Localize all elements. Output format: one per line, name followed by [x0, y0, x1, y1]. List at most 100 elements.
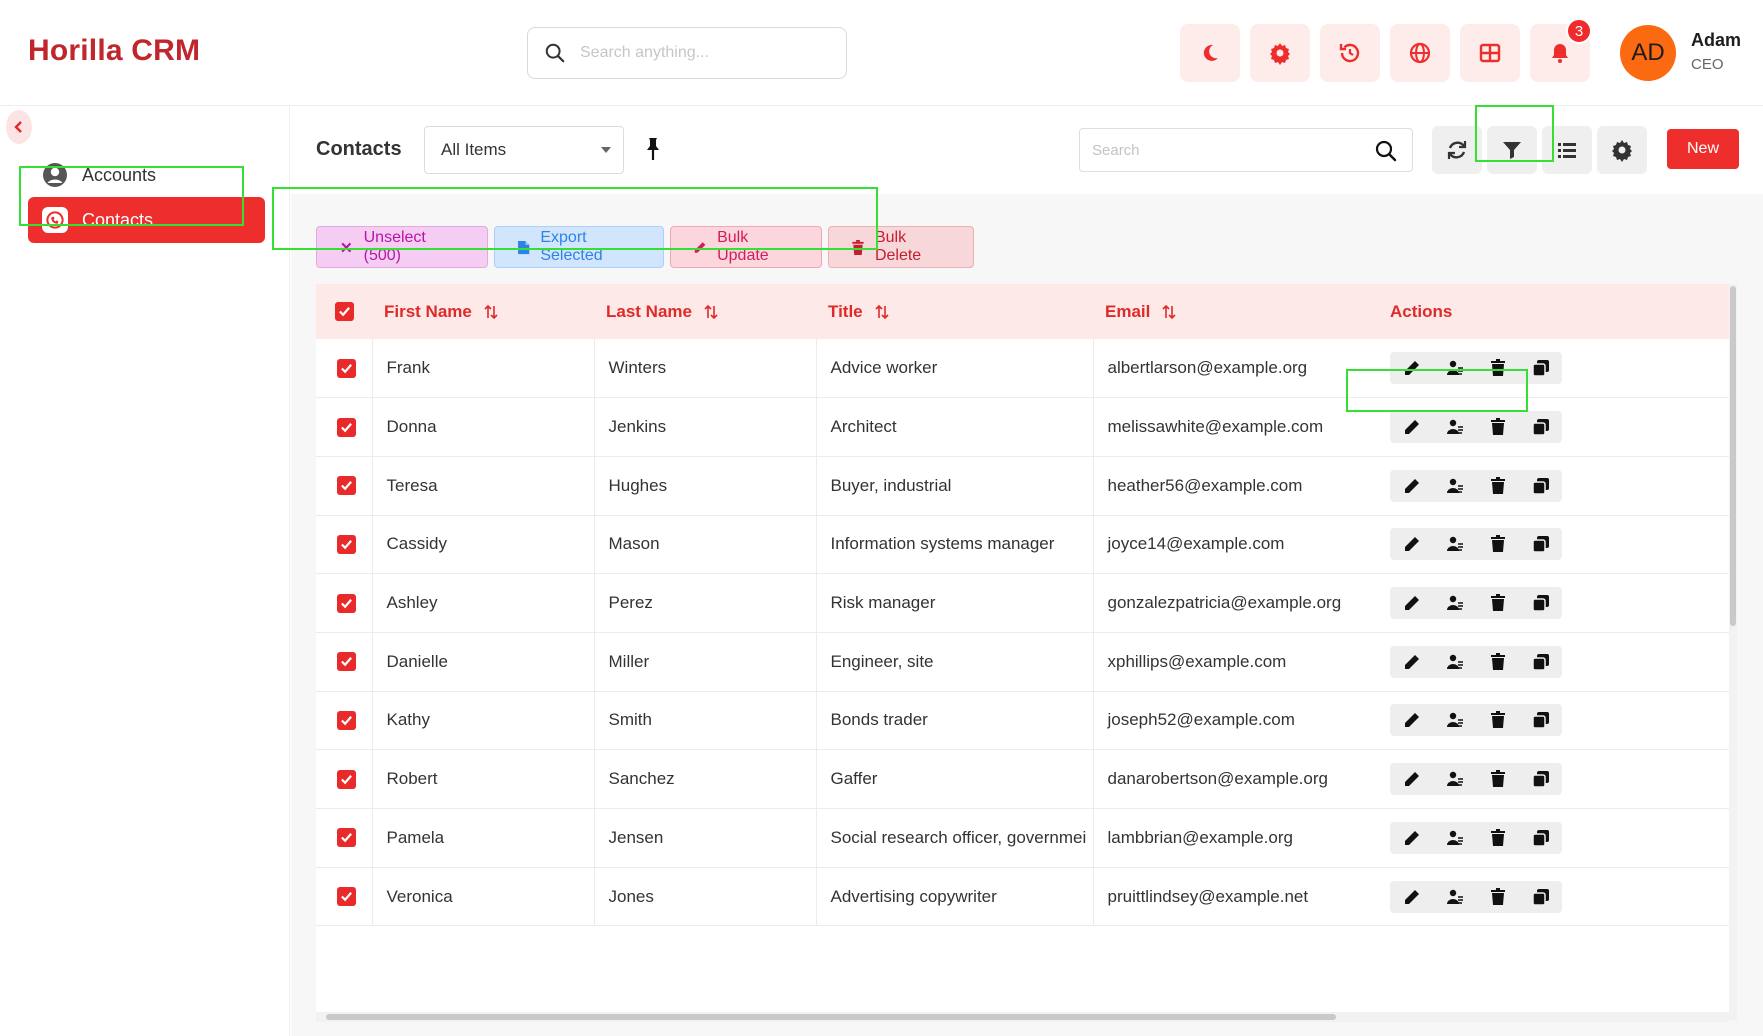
assign-button[interactable] — [1433, 470, 1476, 502]
edit-button[interactable] — [1390, 528, 1433, 560]
column-header-email[interactable]: Email — [1093, 284, 1370, 339]
row-checkbox[interactable] — [337, 534, 356, 554]
delete-button[interactable] — [1476, 822, 1519, 854]
filter-button[interactable] — [1487, 126, 1537, 174]
delete-button[interactable] — [1476, 528, 1519, 560]
edit-button[interactable] — [1390, 352, 1433, 384]
assign-button[interactable] — [1433, 352, 1476, 384]
assign-button[interactable] — [1433, 646, 1476, 678]
assign-button[interactable] — [1433, 763, 1476, 795]
list-search-input[interactable] — [1092, 141, 1362, 159]
row-select-cell[interactable] — [316, 691, 373, 751]
sort-icon[interactable] — [1162, 304, 1176, 320]
refresh-button[interactable] — [1432, 126, 1482, 174]
vertical-scrollbar-thumb[interactable] — [1730, 286, 1736, 626]
edit-button[interactable] — [1390, 822, 1433, 854]
duplicate-button[interactable] — [1519, 411, 1562, 443]
row-checkbox[interactable] — [337, 769, 356, 789]
row-checkbox[interactable] — [337, 828, 356, 848]
table-row[interactable]: Danielle Miller Engineer, site xphillips@ex… — [316, 632, 1729, 692]
language-button[interactable] — [1390, 24, 1450, 82]
sort-icon[interactable] — [875, 304, 889, 320]
row-select-cell[interactable] — [316, 867, 373, 927]
column-header-title[interactable]: Title — [816, 284, 1093, 339]
sort-icon[interactable] — [484, 304, 498, 320]
assign-button[interactable] — [1433, 822, 1476, 854]
unselect-all-button[interactable]: Unselect (500) — [316, 226, 488, 268]
assign-button[interactable] — [1433, 587, 1476, 619]
duplicate-button[interactable] — [1519, 470, 1562, 502]
table-row[interactable]: Veronica Jones Advertising copywriter pruit… — [316, 867, 1729, 927]
row-select-cell[interactable] — [316, 456, 373, 516]
duplicate-button[interactable] — [1519, 587, 1562, 619]
list-search[interactable] — [1079, 128, 1413, 172]
row-select-cell[interactable] — [316, 749, 373, 809]
brand-logo[interactable]: Horilla CRM — [28, 34, 200, 68]
table-row[interactable]: Pamela Jensen Social research officer, gov… — [316, 808, 1729, 868]
sidebar-collapse-button[interactable] — [6, 110, 32, 144]
row-select-cell[interactable] — [316, 573, 373, 633]
delete-button[interactable] — [1476, 587, 1519, 619]
list-view-button[interactable] — [1542, 126, 1592, 174]
table-row[interactable]: Teresa Hughes Buyer, industrial heather56@e… — [316, 456, 1729, 516]
column-header-first-name[interactable]: First Name — [372, 284, 594, 339]
duplicate-button[interactable] — [1519, 646, 1562, 678]
assign-button[interactable] — [1433, 704, 1476, 736]
notifications-button[interactable]: 3 — [1530, 18, 1592, 82]
table-row[interactable]: Cassidy Mason Information systems manager j… — [316, 515, 1729, 575]
column-header-last-name[interactable]: Last Name — [594, 284, 816, 339]
global-search-input[interactable] — [580, 44, 830, 62]
row-checkbox[interactable] — [337, 417, 356, 437]
dark-mode-button[interactable] — [1180, 24, 1240, 82]
delete-button[interactable] — [1476, 470, 1519, 502]
row-select-cell[interactable] — [316, 515, 373, 575]
search-icon[interactable] — [1374, 139, 1398, 163]
table-row[interactable]: Ashley Perez Risk manager gonzalezpatricia@… — [316, 573, 1729, 633]
row-checkbox[interactable] — [337, 476, 356, 496]
new-contact-button[interactable]: New — [1667, 129, 1739, 169]
sidebar-item-accounts[interactable]: Accounts — [28, 152, 265, 198]
row-select-cell[interactable] — [316, 397, 373, 457]
settings-button[interactable] — [1250, 24, 1310, 82]
delete-button[interactable] — [1476, 352, 1519, 384]
horizontal-scrollbar[interactable] — [316, 1012, 1729, 1022]
assign-button[interactable] — [1433, 411, 1476, 443]
history-button[interactable] — [1320, 24, 1380, 82]
table-row[interactable]: Robert Sanchez Gaffer danarobertson@example… — [316, 749, 1729, 809]
view-select[interactable]: All Items — [424, 126, 624, 174]
edit-button[interactable] — [1390, 470, 1433, 502]
bulk-delete-button[interactable]: Bulk Delete — [828, 226, 974, 268]
duplicate-button[interactable] — [1519, 881, 1562, 913]
table-row[interactable]: Kathy Smith Bonds trader joseph52@example.c… — [316, 691, 1729, 751]
edit-button[interactable] — [1390, 646, 1433, 678]
global-search[interactable] — [527, 27, 847, 79]
apps-button[interactable] — [1460, 24, 1520, 82]
row-checkbox[interactable] — [337, 710, 356, 730]
table-row[interactable]: Donna Jenkins Architect melissawhite@exampl… — [316, 397, 1729, 457]
edit-button[interactable] — [1390, 704, 1433, 736]
assign-button[interactable] — [1433, 881, 1476, 913]
edit-button[interactable] — [1390, 411, 1433, 443]
row-select-cell[interactable] — [316, 339, 373, 399]
delete-button[interactable] — [1476, 646, 1519, 678]
row-checkbox[interactable] — [337, 593, 356, 613]
row-checkbox[interactable] — [337, 887, 356, 907]
duplicate-button[interactable] — [1519, 528, 1562, 560]
edit-button[interactable] — [1390, 881, 1433, 913]
sort-icon[interactable] — [704, 304, 718, 320]
duplicate-button[interactable] — [1519, 763, 1562, 795]
list-settings-button[interactable] — [1597, 126, 1647, 174]
delete-button[interactable] — [1476, 763, 1519, 795]
avatar[interactable]: AD — [1620, 25, 1676, 81]
delete-button[interactable] — [1476, 411, 1519, 443]
select-all-checkbox[interactable] — [335, 302, 354, 321]
edit-button[interactable] — [1390, 763, 1433, 795]
delete-button[interactable] — [1476, 704, 1519, 736]
row-checkbox[interactable] — [337, 358, 356, 378]
horizontal-scrollbar-thumb[interactable] — [326, 1014, 1336, 1020]
bulk-update-button[interactable]: Bulk Update — [670, 226, 822, 268]
vertical-scrollbar[interactable] — [1729, 284, 1737, 1020]
select-all-cell[interactable] — [316, 284, 372, 339]
row-select-cell[interactable] — [316, 632, 373, 692]
duplicate-button[interactable] — [1519, 352, 1562, 384]
